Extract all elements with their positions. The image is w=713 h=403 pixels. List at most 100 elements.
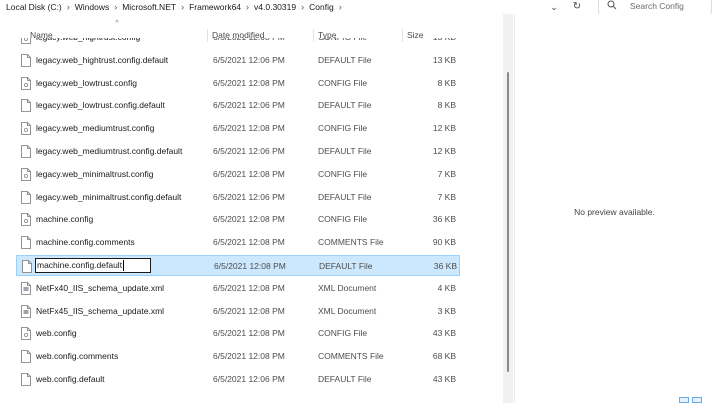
file-type: DEFAULT File bbox=[319, 261, 373, 271]
file-row[interactable]: legacy.web_minimaltrust.config.default 6/… bbox=[16, 187, 460, 208]
breadcrumb-item[interactable]: Windows bbox=[75, 2, 109, 12]
config-file-icon bbox=[21, 122, 31, 136]
preview-message: No preview available. bbox=[574, 207, 655, 217]
breadcrumb-item[interactable]: Microsoft.NET bbox=[122, 2, 176, 12]
file-date-modified: 6/5/2021 12:08 PM bbox=[213, 38, 313, 48]
file-type: COMMENTS File bbox=[318, 351, 384, 362]
file-row[interactable]: legacy.web_hightrust.config.default 6/5/2… bbox=[16, 50, 460, 71]
file-row[interactable]: machine.config.default 6/5/2021 12:08 PM D… bbox=[16, 255, 460, 276]
file-row[interactable]: legacy.web_mediumtrust.config 6/5/2021 12… bbox=[16, 118, 460, 139]
file-size: 68 KB bbox=[432, 351, 456, 362]
address-history-chevron-icon[interactable]: ⌄ bbox=[548, 1, 560, 13]
breadcrumb-item[interactable]: Config bbox=[309, 2, 334, 12]
file-name: legacy.web_hightrust.config.default bbox=[36, 54, 169, 65]
file-date-modified: 6/5/2021 12:06 PM bbox=[213, 54, 285, 65]
view-toggle bbox=[679, 397, 709, 403]
xml-file-icon bbox=[21, 304, 31, 318]
large-icons-view-button[interactable] bbox=[692, 397, 702, 403]
default-file-icon bbox=[21, 145, 31, 158]
config-file-icon bbox=[21, 76, 31, 90]
comments-file-icon bbox=[21, 350, 31, 364]
vertical-scrollbar[interactable] bbox=[503, 14, 513, 403]
default-file-icon bbox=[21, 99, 31, 113]
comments-file-icon bbox=[21, 236, 31, 250]
file-date-modified: 6/5/2021 12:08 PM bbox=[213, 123, 285, 134]
file-name: NetFx40_IIS_schema_update.xml bbox=[36, 282, 165, 293]
file-type: CONFIG File bbox=[318, 38, 408, 48]
file-date-modified: 6/5/2021 12:08 PM bbox=[213, 237, 285, 248]
config-file-icon bbox=[21, 213, 31, 227]
file-name: legacy.web_lowtrust.config bbox=[36, 77, 137, 88]
text-caret bbox=[123, 260, 125, 272]
file-row[interactable]: web.config.default 6/5/2021 12:06 PM DEFAU… bbox=[16, 369, 460, 390]
breadcrumb-separator-icon[interactable]: › bbox=[181, 2, 184, 12]
breadcrumb-separator-icon[interactable]: › bbox=[339, 2, 342, 12]
file-type: XML Document bbox=[318, 282, 377, 293]
file-type: CONFIG File bbox=[318, 77, 368, 88]
file-name: legacy.web_lowtrust.config.default bbox=[36, 100, 165, 111]
default-file-icon bbox=[21, 53, 31, 67]
breadcrumb-item[interactable]: Local Disk (C:) bbox=[6, 2, 62, 12]
file-date-modified: 6/5/2021 12:06 PM bbox=[213, 374, 285, 384]
breadcrumb-item[interactable]: v4.0.30319 bbox=[254, 2, 296, 12]
file-row[interactable]: legacy.web_mediumtrust.config.default 6/5… bbox=[16, 141, 460, 162]
file-size: 13 KB bbox=[408, 38, 456, 48]
file-name: legacy.web_minimaltrust.config bbox=[36, 168, 154, 179]
file-size: 12 KB bbox=[432, 146, 456, 156]
file-name: machine.config bbox=[36, 214, 94, 225]
default-file-icon bbox=[21, 190, 31, 204]
file-type: COMMENTS File bbox=[318, 237, 384, 248]
file-date-modified: 6/5/2021 12:06 PM bbox=[213, 100, 285, 111]
file-date-modified: 6/5/2021 12:08 PM bbox=[213, 305, 285, 316]
file-date-modified: 6/5/2021 12:08 PM bbox=[213, 168, 285, 179]
file-size: 36 KB bbox=[433, 261, 457, 271]
file-row[interactable]: web.config.comments 6/5/2021 12:08 PM COMM… bbox=[16, 346, 460, 367]
breadcrumb-separator-icon[interactable]: › bbox=[246, 2, 249, 12]
file-name: web.config bbox=[36, 328, 77, 339]
file-type: CONFIG File bbox=[318, 168, 368, 179]
breadcrumb-separator-icon[interactable]: › bbox=[67, 2, 70, 12]
breadcrumb-item[interactable]: Framework64 bbox=[189, 2, 241, 12]
sort-ascending-icon: ^ bbox=[115, 20, 119, 27]
breadcrumb-separator-icon[interactable]: › bbox=[114, 2, 117, 12]
file-name: web.config.default bbox=[36, 374, 105, 384]
file-name: legacy.web_mediumtrust.config bbox=[36, 123, 155, 134]
file-type: DEFAULT File bbox=[318, 146, 372, 156]
file-size: 7 KB bbox=[437, 168, 456, 179]
file-size: 43 KB bbox=[432, 374, 456, 384]
scrollbar-thumb[interactable] bbox=[507, 72, 509, 372]
file-date-modified: 6/5/2021 12:06 PM bbox=[213, 191, 285, 202]
file-size: 7 KB bbox=[437, 191, 456, 202]
file-row[interactable]: legacy.web_minimaltrust.config 6/5/2021 1… bbox=[16, 164, 460, 185]
file-size: 36 KB bbox=[432, 214, 456, 225]
file-row[interactable]: legacy.web_hightrust.config 6/5/2021 12:0… bbox=[16, 38, 460, 48]
file-row[interactable]: web.config 6/5/2021 12:08 PM CONFIG File 43… bbox=[16, 323, 460, 344]
file-row[interactable]: legacy.web_lowtrust.config 6/5/2021 12:08… bbox=[16, 73, 460, 94]
search-icon bbox=[607, 0, 617, 10]
search-box[interactable]: Search Config bbox=[598, 0, 712, 15]
breadcrumb-separator-icon[interactable]: › bbox=[301, 2, 304, 12]
file-size: 13 KB bbox=[432, 54, 456, 65]
rename-input[interactable]: machine.config.default bbox=[35, 258, 151, 273]
details-view-button[interactable] bbox=[679, 397, 689, 403]
file-size: 3 KB bbox=[437, 305, 456, 316]
search-placeholder: Search Config bbox=[630, 1, 684, 11]
default-file-icon bbox=[21, 373, 31, 386]
file-row[interactable]: machine.config.comments 6/5/2021 12:08 PM… bbox=[16, 232, 460, 253]
file-name: legacy.web_minimaltrust.config.default bbox=[36, 191, 182, 202]
file-size: 8 KB bbox=[437, 100, 456, 111]
file-type: DEFAULT File bbox=[318, 191, 372, 202]
file-date-modified: 6/5/2021 12:08 PM bbox=[213, 77, 285, 88]
file-type: CONFIG File bbox=[318, 214, 368, 225]
file-row[interactable]: NetFx45_IIS_schema_update.xml 6/5/2021 12… bbox=[16, 301, 460, 322]
config-file-icon bbox=[21, 167, 31, 181]
refresh-icon[interactable]: ↻ bbox=[570, 0, 584, 14]
file-row[interactable]: machine.config 6/5/2021 12:08 PM CONFIG Fi… bbox=[16, 209, 460, 230]
file-size: 8 KB bbox=[437, 77, 456, 88]
file-row[interactable]: NetFx40_IIS_schema_update.xml 6/5/2021 12… bbox=[16, 278, 460, 299]
file-name: machine.config.comments bbox=[36, 237, 135, 248]
file-date-modified: 6/5/2021 12:08 PM bbox=[213, 214, 285, 225]
file-row[interactable]: legacy.web_lowtrust.config.default 6/5/20… bbox=[16, 95, 460, 116]
file-type: DEFAULT File bbox=[318, 374, 372, 384]
rename-input-text: machine.config.default bbox=[37, 260, 123, 270]
